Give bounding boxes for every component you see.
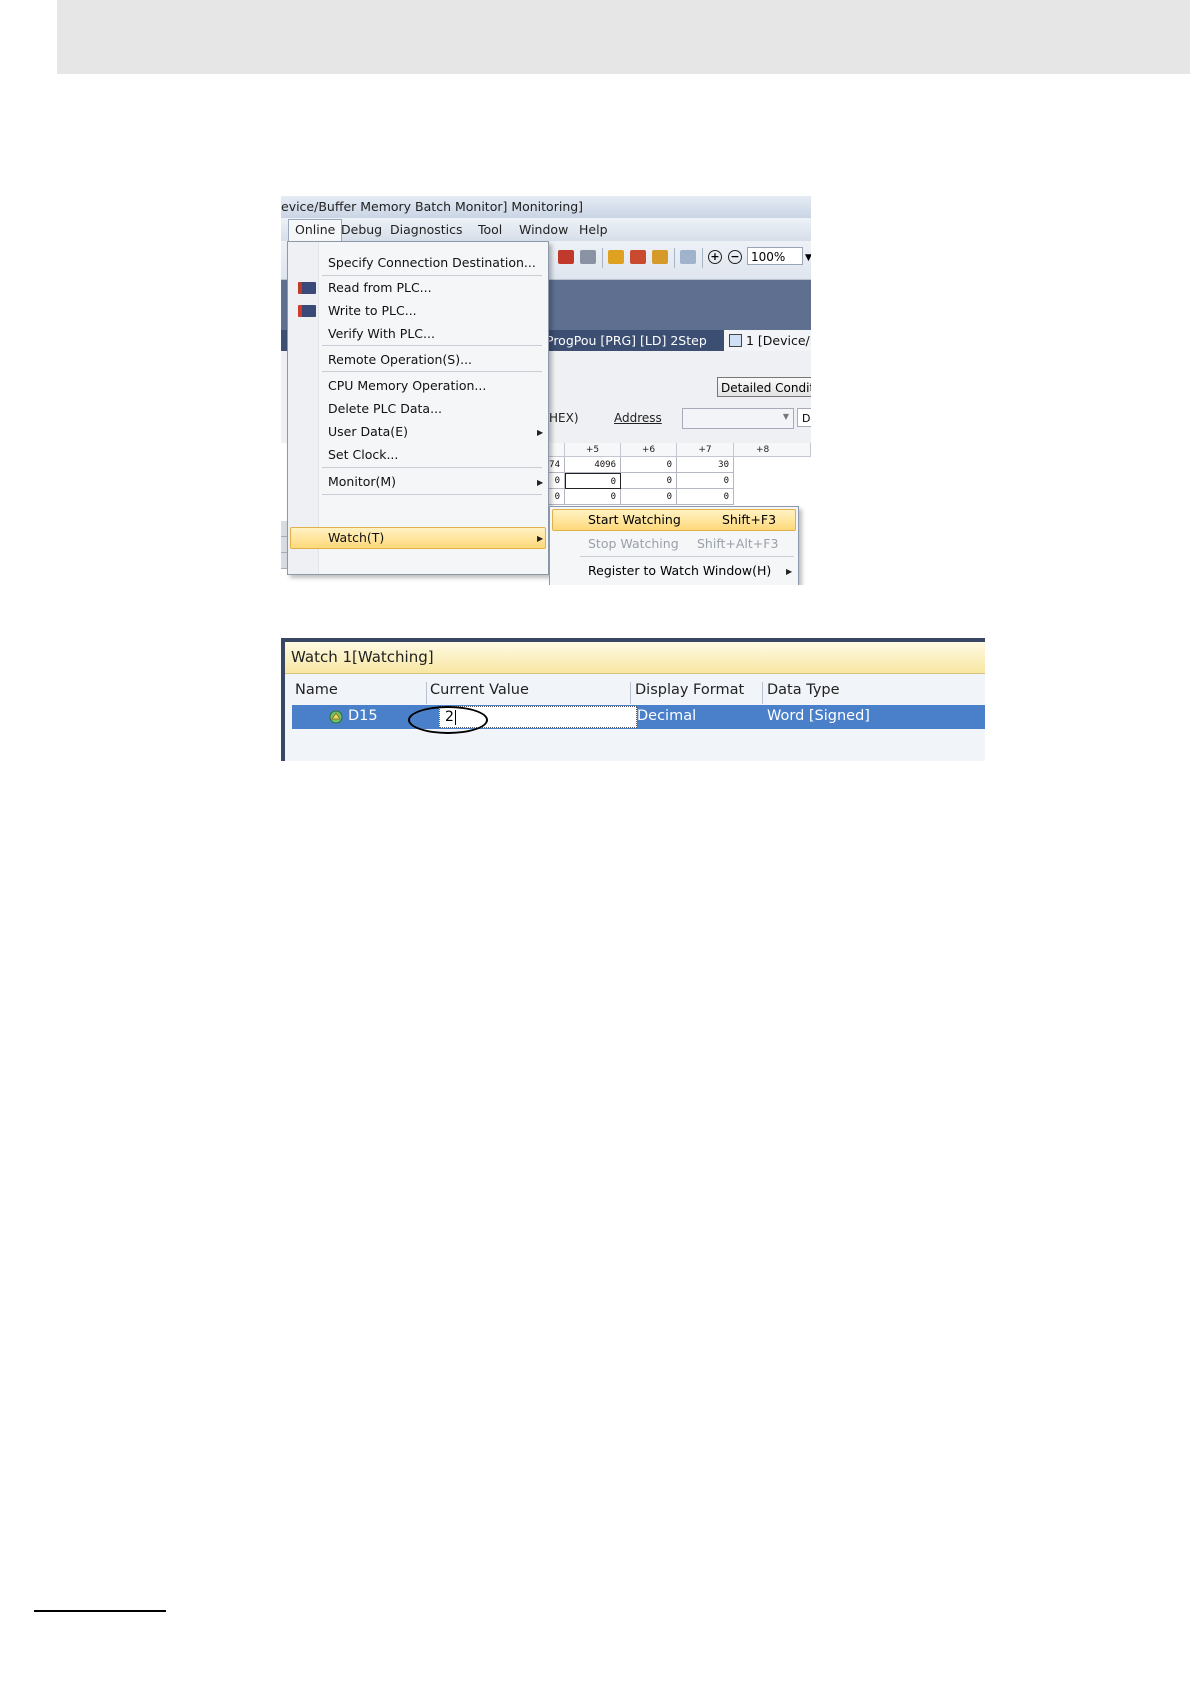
menu-item-read-from-plc[interactable]: Read from PLC... bbox=[328, 280, 432, 295]
menu-item-cpu-memory-operation[interactable]: CPU Memory Operation... bbox=[328, 378, 486, 393]
toolbar-separator bbox=[602, 248, 603, 268]
page-header-band bbox=[57, 0, 1190, 74]
column-separator bbox=[762, 682, 763, 704]
highlight-circle bbox=[408, 706, 488, 734]
tab-program[interactable]: ProgPou [PRG] [LD] 2Step bbox=[546, 330, 707, 351]
menu-separator bbox=[322, 494, 542, 495]
tab-device-label: 1 [Device/B bbox=[746, 333, 811, 348]
grid-cell[interactable]: 0 bbox=[677, 489, 734, 505]
submenu-arrow-icon: ▶ bbox=[786, 567, 793, 576]
watch-row-name: D15 bbox=[348, 708, 378, 724]
watch-row-display-format[interactable]: Decimal bbox=[637, 708, 696, 724]
tab-device-batch-monitor[interactable]: 1 [Device/B bbox=[724, 330, 811, 351]
device-input[interactable]: D bbox=[797, 408, 811, 427]
watch-icon[interactable] bbox=[680, 250, 696, 264]
menu-tool[interactable]: Tool bbox=[478, 222, 502, 237]
menu-item-delete-plc-data[interactable]: Delete PLC Data... bbox=[328, 401, 442, 416]
watch-row[interactable]: D15 2 Decimal Word [Signed] bbox=[292, 705, 985, 729]
address-label: Address bbox=[614, 411, 662, 425]
menu-item-specify-connection[interactable]: Specify Connection Destination... bbox=[328, 255, 536, 270]
submenu-arrow-icon: ▶ bbox=[537, 428, 544, 437]
column-data-type[interactable]: Data Type bbox=[767, 682, 840, 698]
zoom-in-icon[interactable]: + bbox=[708, 250, 722, 264]
menu-separator bbox=[322, 345, 542, 346]
monitor-stop-icon[interactable] bbox=[652, 250, 668, 264]
monitor-start-icon[interactable] bbox=[630, 250, 646, 264]
write-to-plc-icon bbox=[298, 305, 316, 317]
grid-header: +7 bbox=[677, 443, 734, 457]
watch-window-body: Name Current Value Display Format Data T… bbox=[285, 674, 985, 761]
monitor-icon[interactable] bbox=[608, 250, 624, 264]
submenu-arrow-icon: ▶ bbox=[537, 534, 544, 543]
menu-separator bbox=[580, 556, 794, 557]
menu-bar: Online Debug Diagnostics Tool Window Hel… bbox=[281, 218, 811, 242]
grid-cell[interactable]: 30 bbox=[677, 457, 734, 473]
menu-separator bbox=[322, 275, 542, 276]
plc-read-icon[interactable] bbox=[558, 250, 574, 264]
menu-item-write-to-plc[interactable]: Write to PLC... bbox=[328, 303, 417, 318]
address-select[interactable]: ▼ bbox=[682, 408, 794, 429]
device-watch-icon bbox=[329, 710, 343, 724]
window-titlebar: evice/Buffer Memory Batch Monitor] Monit… bbox=[281, 196, 811, 219]
zoom-out-icon[interactable]: − bbox=[728, 250, 742, 264]
menu-debug[interactable]: Debug bbox=[341, 222, 382, 237]
menu-item-user-data[interactable]: User Data(E) bbox=[328, 424, 408, 439]
menu-item-start-watching[interactable]: Start Watching bbox=[588, 512, 681, 527]
menu-separator bbox=[322, 371, 542, 372]
hex-label: HEX) bbox=[549, 411, 579, 425]
grid-cell-selected[interactable]: 0 bbox=[565, 473, 621, 489]
grid-cell[interactable]: 0 bbox=[565, 489, 621, 505]
shortcut-stop-watching: Shift+Alt+F3 bbox=[697, 536, 779, 551]
watch-window-title: Watch 1[Watching] bbox=[291, 648, 434, 666]
menu-item-verify-with-plc[interactable]: Verify With PLC... bbox=[328, 326, 435, 341]
menu-diagnostics[interactable]: Diagnostics bbox=[390, 222, 463, 237]
grid-cell[interactable]: 0 bbox=[621, 473, 677, 489]
grid-cell[interactable]: 0 bbox=[677, 473, 734, 489]
column-current-value[interactable]: Current Value bbox=[430, 682, 529, 698]
menu-item-watch[interactable]: Watch(T) bbox=[328, 530, 384, 545]
window-title: evice/Buffer Memory Batch Monitor] Monit… bbox=[281, 199, 584, 214]
watch-window-screenshot: Watch 1[Watching] Name Current Value Dis… bbox=[281, 638, 985, 761]
watch-submenu: Start Watching Shift+F3 Stop Watching Sh… bbox=[549, 506, 799, 585]
batch-monitor-screenshot: evice/Buffer Memory Batch Monitor] Monit… bbox=[281, 196, 811, 585]
grid-header: +8 bbox=[734, 443, 811, 457]
grid-header: +5 bbox=[565, 443, 621, 457]
chevron-down-icon[interactable]: ▼ bbox=[805, 253, 811, 263]
watch-row-data-type: Word [Signed] bbox=[767, 708, 870, 724]
column-display-format[interactable]: Display Format bbox=[635, 682, 744, 698]
menu-item-stop-watching[interactable]: Stop Watching bbox=[588, 536, 679, 551]
menu-item-monitor[interactable]: Monitor(M) bbox=[328, 474, 396, 489]
footer-rule bbox=[34, 1610, 166, 1612]
menu-item-register-to-watch[interactable]: Register to Watch Window(H) bbox=[588, 563, 771, 578]
menu-window[interactable]: Window bbox=[519, 222, 568, 237]
toolbar-separator bbox=[674, 248, 675, 268]
grid-cell[interactable]: 0 bbox=[621, 489, 677, 505]
read-from-plc-icon bbox=[298, 282, 316, 294]
device-monitor-icon bbox=[729, 334, 742, 347]
watch-window-titlebar: Watch 1[Watching] bbox=[285, 642, 985, 674]
grid-cell[interactable]: 0 bbox=[621, 457, 677, 473]
menu-help[interactable]: Help bbox=[579, 222, 608, 237]
chevron-down-icon: ▼ bbox=[782, 412, 789, 421]
grid-header: +6 bbox=[621, 443, 677, 457]
shortcut-start-watching: Shift+F3 bbox=[722, 512, 777, 527]
menu-item-set-clock[interactable]: Set Clock... bbox=[328, 447, 398, 462]
column-name[interactable]: Name bbox=[295, 682, 338, 698]
submenu-arrow-icon: ▶ bbox=[537, 478, 544, 487]
grid-cell[interactable]: 4096 bbox=[565, 457, 621, 473]
zoom-select[interactable]: 100% bbox=[747, 247, 803, 265]
column-separator bbox=[630, 682, 631, 704]
menu-item-remote-operation[interactable]: Remote Operation(S)... bbox=[328, 352, 472, 367]
column-separator bbox=[426, 682, 427, 704]
menu-online[interactable]: Online bbox=[288, 219, 343, 242]
plc-verify-icon[interactable] bbox=[580, 250, 596, 264]
toolbar-separator bbox=[702, 248, 703, 268]
menu-separator bbox=[322, 467, 542, 468]
detailed-conditions-button[interactable]: Detailed Condition bbox=[717, 377, 811, 397]
online-menu: Specify Connection Destination... Read f… bbox=[287, 241, 549, 575]
